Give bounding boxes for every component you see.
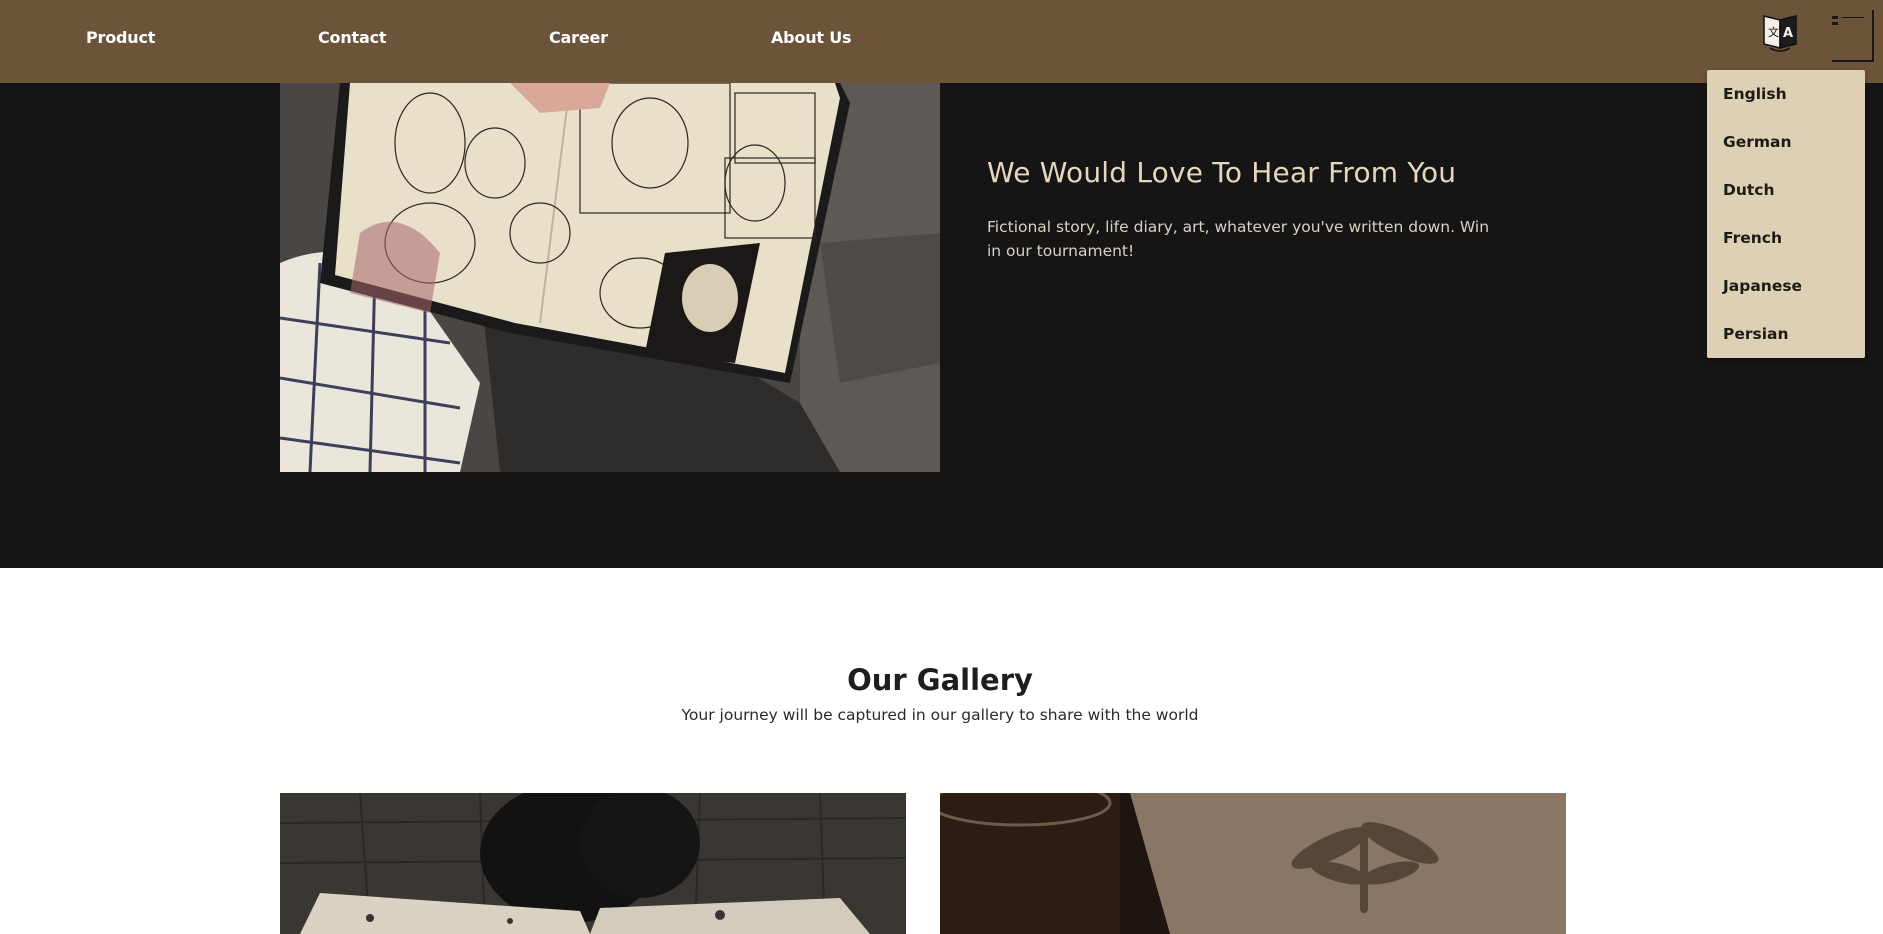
language-option-persian[interactable]: Persian <box>1723 325 1789 343</box>
menu-line <box>1832 22 1838 25</box>
language-dropdown: English German Dutch French Japanese Per… <box>1707 70 1865 358</box>
svg-text:文: 文 <box>1768 25 1779 39</box>
nav-link-product[interactable]: Product <box>86 28 155 47</box>
hero-description: Fictional story, life diary, art, whatev… <box>987 218 1490 260</box>
language-option-german[interactable]: German <box>1723 133 1792 151</box>
hamburger-menu-icon[interactable] <box>1832 10 1874 62</box>
gallery-title: Our Gallery <box>847 663 1033 697</box>
hero-section: We Would Love To Hear From You Fictional… <box>0 83 1883 568</box>
menu-line <box>1842 17 1864 18</box>
nav-link-contact[interactable]: Contact <box>318 28 387 47</box>
gallery-subtitle: Your journey will be captured in our gal… <box>681 706 1199 724</box>
translate-icon[interactable]: 文 A <box>1760 10 1800 52</box>
language-option-french[interactable]: French <box>1723 229 1782 247</box>
svg-text:A: A <box>1783 26 1793 41</box>
language-option-dutch[interactable]: Dutch <box>1723 181 1775 199</box>
menu-line <box>1832 16 1838 19</box>
top-navbar: Product Contact Career About Us 文 A <box>0 0 1883 83</box>
language-option-english[interactable]: English <box>1723 85 1787 103</box>
gallery-image-moth-notebook[interactable] <box>940 793 1566 934</box>
nav-link-career[interactable]: Career <box>549 28 608 47</box>
gallery-image-sketchbook[interactable] <box>280 793 906 934</box>
sketchbook-photo <box>280 83 940 472</box>
nav-link-about-us[interactable]: About Us <box>771 28 852 47</box>
language-option-japanese[interactable]: Japanese <box>1723 277 1802 295</box>
hero-title: We Would Love To Hear From You <box>987 156 1457 189</box>
